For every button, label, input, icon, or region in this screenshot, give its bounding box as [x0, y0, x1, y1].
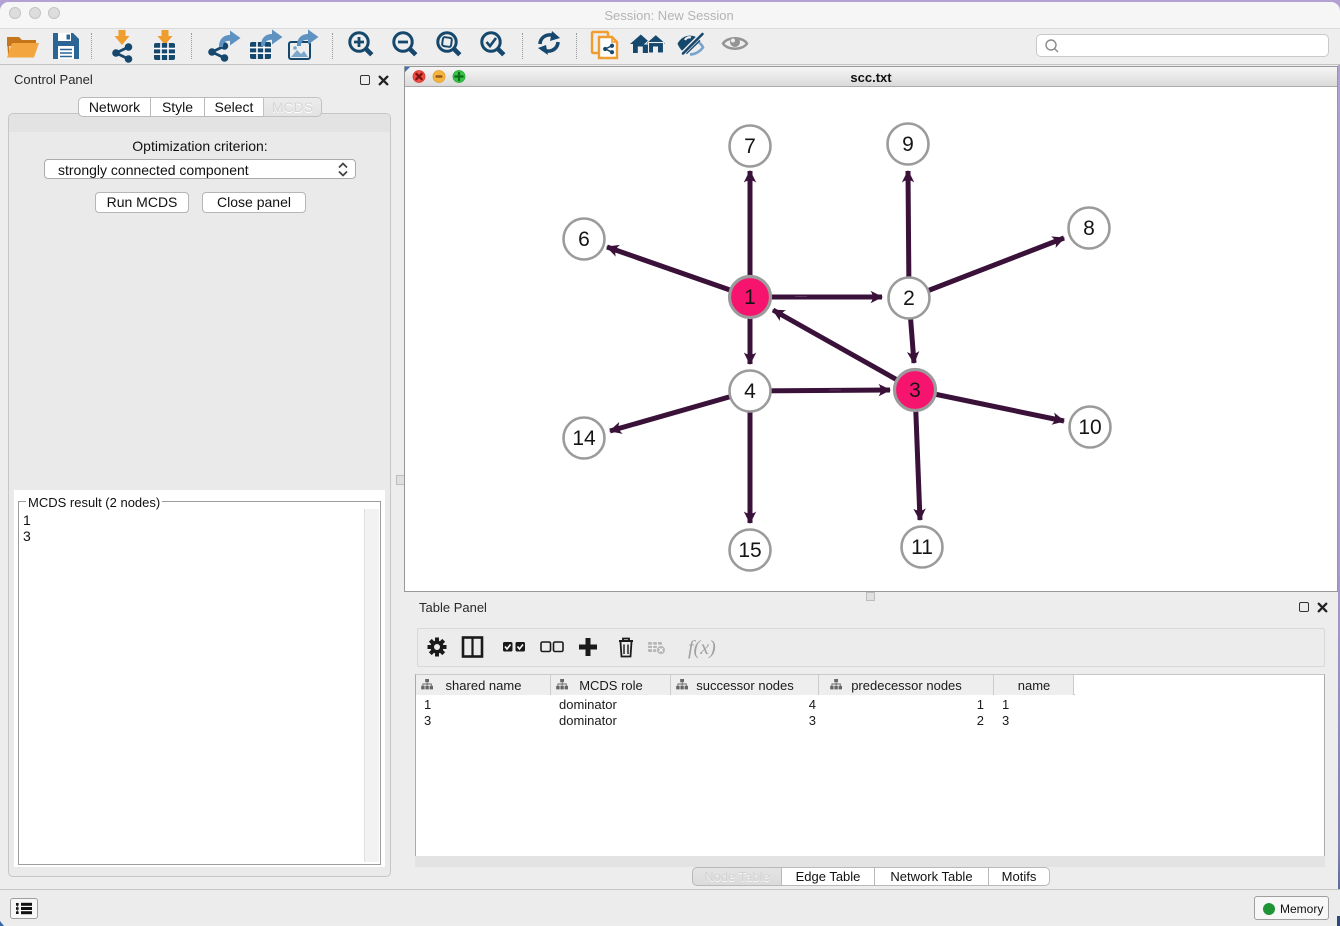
svg-text:9: 9 [902, 133, 914, 156]
svg-text:6: 6 [578, 228, 590, 251]
svg-text:10: 10 [1078, 416, 1101, 439]
svg-text:15: 15 [738, 539, 761, 562]
svg-text:f(x): f(x) [688, 637, 716, 659]
svg-text:11: 11 [911, 536, 933, 559]
svg-text:14: 14 [572, 427, 596, 450]
svg-text:3: 3 [909, 379, 921, 402]
svg-text:7: 7 [744, 135, 756, 158]
svg-text:1: 1 [744, 286, 756, 309]
svg-text:8: 8 [1083, 217, 1095, 240]
svg-text:2: 2 [903, 287, 915, 310]
svg-text:4: 4 [744, 380, 756, 403]
